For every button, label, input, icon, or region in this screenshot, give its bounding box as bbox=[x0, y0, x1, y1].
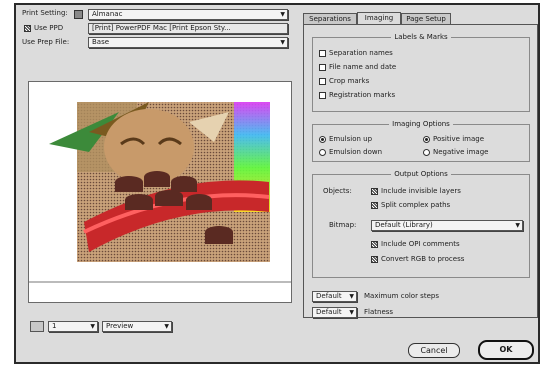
flatness-popup[interactable]: Default ▼ bbox=[312, 307, 357, 318]
split-paths-checkbox[interactable] bbox=[371, 202, 378, 209]
bitmap-label: Bitmap: bbox=[329, 221, 357, 229]
ppd-value: [Print] PowerPDF Mac [Print Epson Sty... bbox=[92, 24, 231, 32]
bitmap-value: Default (Library) bbox=[375, 221, 433, 229]
view-mode-value: Preview bbox=[106, 322, 134, 330]
print-setting-value: Almanac bbox=[92, 10, 123, 18]
file-name-date-checkbox[interactable] bbox=[319, 64, 326, 71]
cancel-button[interactable]: Cancel bbox=[408, 343, 460, 358]
chevron-down-icon: ▼ bbox=[280, 39, 285, 46]
chevron-down-icon: ▼ bbox=[90, 323, 95, 330]
use-ppd-checkbox[interactable] bbox=[24, 25, 31, 32]
positive-image-radio[interactable] bbox=[423, 136, 430, 143]
color-steps-popup[interactable]: Default ▼ bbox=[312, 291, 357, 302]
output-options-group: Output Options Objects: Include invisibl… bbox=[312, 170, 530, 278]
tab-separations[interactable]: Separations bbox=[303, 13, 357, 24]
include-invisible-checkbox[interactable] bbox=[371, 188, 378, 195]
registration-marks-checkbox[interactable] bbox=[319, 92, 326, 99]
positive-image-label: Positive image bbox=[433, 135, 485, 143]
printer-icon bbox=[74, 10, 83, 19]
imaging-tab-pane: Labels & Marks Separation names File nam… bbox=[303, 24, 538, 318]
separation-names-label: Separation names bbox=[329, 49, 393, 57]
convert-rgb-label: Convert RGB to process bbox=[381, 255, 465, 263]
emulsion-down-label: Emulsion down bbox=[329, 148, 383, 156]
bitmap-popup[interactable]: Default (Library) ▼ bbox=[371, 220, 523, 231]
prep-file-popup[interactable]: Base ▼ bbox=[88, 37, 288, 48]
registration-marks-label: Registration marks bbox=[329, 91, 396, 99]
chevron-down-icon: ▼ bbox=[164, 323, 169, 330]
print-setup-dialog: Print Setting: Almanac ▼ Use PPD [Print]… bbox=[14, 3, 540, 364]
flatness-label: Flatness bbox=[364, 308, 394, 316]
ok-button[interactable]: OK bbox=[478, 340, 534, 360]
tab-imaging[interactable]: Imaging bbox=[357, 12, 401, 24]
emulsion-down-radio[interactable] bbox=[319, 149, 326, 156]
use-prep-file-label: Use Prep File: bbox=[22, 38, 70, 46]
emulsion-up-label: Emulsion up bbox=[329, 135, 373, 143]
include-opi-checkbox[interactable] bbox=[371, 241, 378, 248]
page-number-value: 1 bbox=[52, 322, 57, 330]
color-steps-value: Default bbox=[316, 292, 342, 300]
preview-image bbox=[29, 102, 291, 283]
objects-label: Objects: bbox=[323, 187, 352, 195]
print-setting-popup[interactable]: Almanac ▼ bbox=[88, 9, 288, 20]
page-number-popup[interactable]: 1 ▼ bbox=[48, 321, 98, 332]
output-options-title: Output Options bbox=[391, 170, 451, 178]
imaging-options-title: Imaging Options bbox=[389, 120, 453, 128]
negative-image-label: Negative image bbox=[433, 148, 489, 156]
convert-rgb-checkbox[interactable] bbox=[371, 256, 378, 263]
file-name-date-label: File name and date bbox=[329, 63, 397, 71]
chevron-down-icon: ▼ bbox=[349, 293, 354, 300]
view-mode-popup[interactable]: Preview ▼ bbox=[102, 321, 172, 332]
labels-marks-group: Labels & Marks Separation names File nam… bbox=[312, 33, 530, 112]
labels-marks-title: Labels & Marks bbox=[391, 33, 451, 41]
tab-page-setup[interactable]: Page Setup bbox=[401, 13, 451, 24]
emulsion-up-radio[interactable] bbox=[319, 136, 326, 143]
include-invisible-label: Include invisible layers bbox=[381, 187, 461, 195]
chevron-down-icon: ▼ bbox=[349, 309, 354, 316]
color-steps-label: Maximum color steps bbox=[364, 292, 439, 300]
negative-image-radio[interactable] bbox=[423, 149, 430, 156]
chevron-down-icon: ▼ bbox=[280, 11, 285, 18]
ppd-field[interactable]: [Print] PowerPDF Mac [Print Epson Sty... bbox=[88, 23, 288, 34]
separation-names-checkbox[interactable] bbox=[319, 50, 326, 57]
split-paths-label: Split complex paths bbox=[381, 201, 451, 209]
flatness-value: Default bbox=[316, 308, 342, 316]
chevron-down-icon: ▼ bbox=[515, 222, 520, 229]
imaging-options-group: Imaging Options Emulsion up Positive ima… bbox=[312, 120, 530, 162]
page-prev-icon[interactable] bbox=[30, 321, 44, 332]
include-opi-label: Include OPI comments bbox=[381, 240, 460, 248]
prep-file-value: Base bbox=[92, 38, 110, 46]
preview-area bbox=[28, 81, 292, 303]
use-ppd-label: Use PPD bbox=[34, 24, 64, 32]
print-setting-label: Print Setting: bbox=[22, 9, 68, 17]
crop-marks-label: Crop marks bbox=[329, 77, 370, 85]
crop-marks-checkbox[interactable] bbox=[319, 78, 326, 85]
